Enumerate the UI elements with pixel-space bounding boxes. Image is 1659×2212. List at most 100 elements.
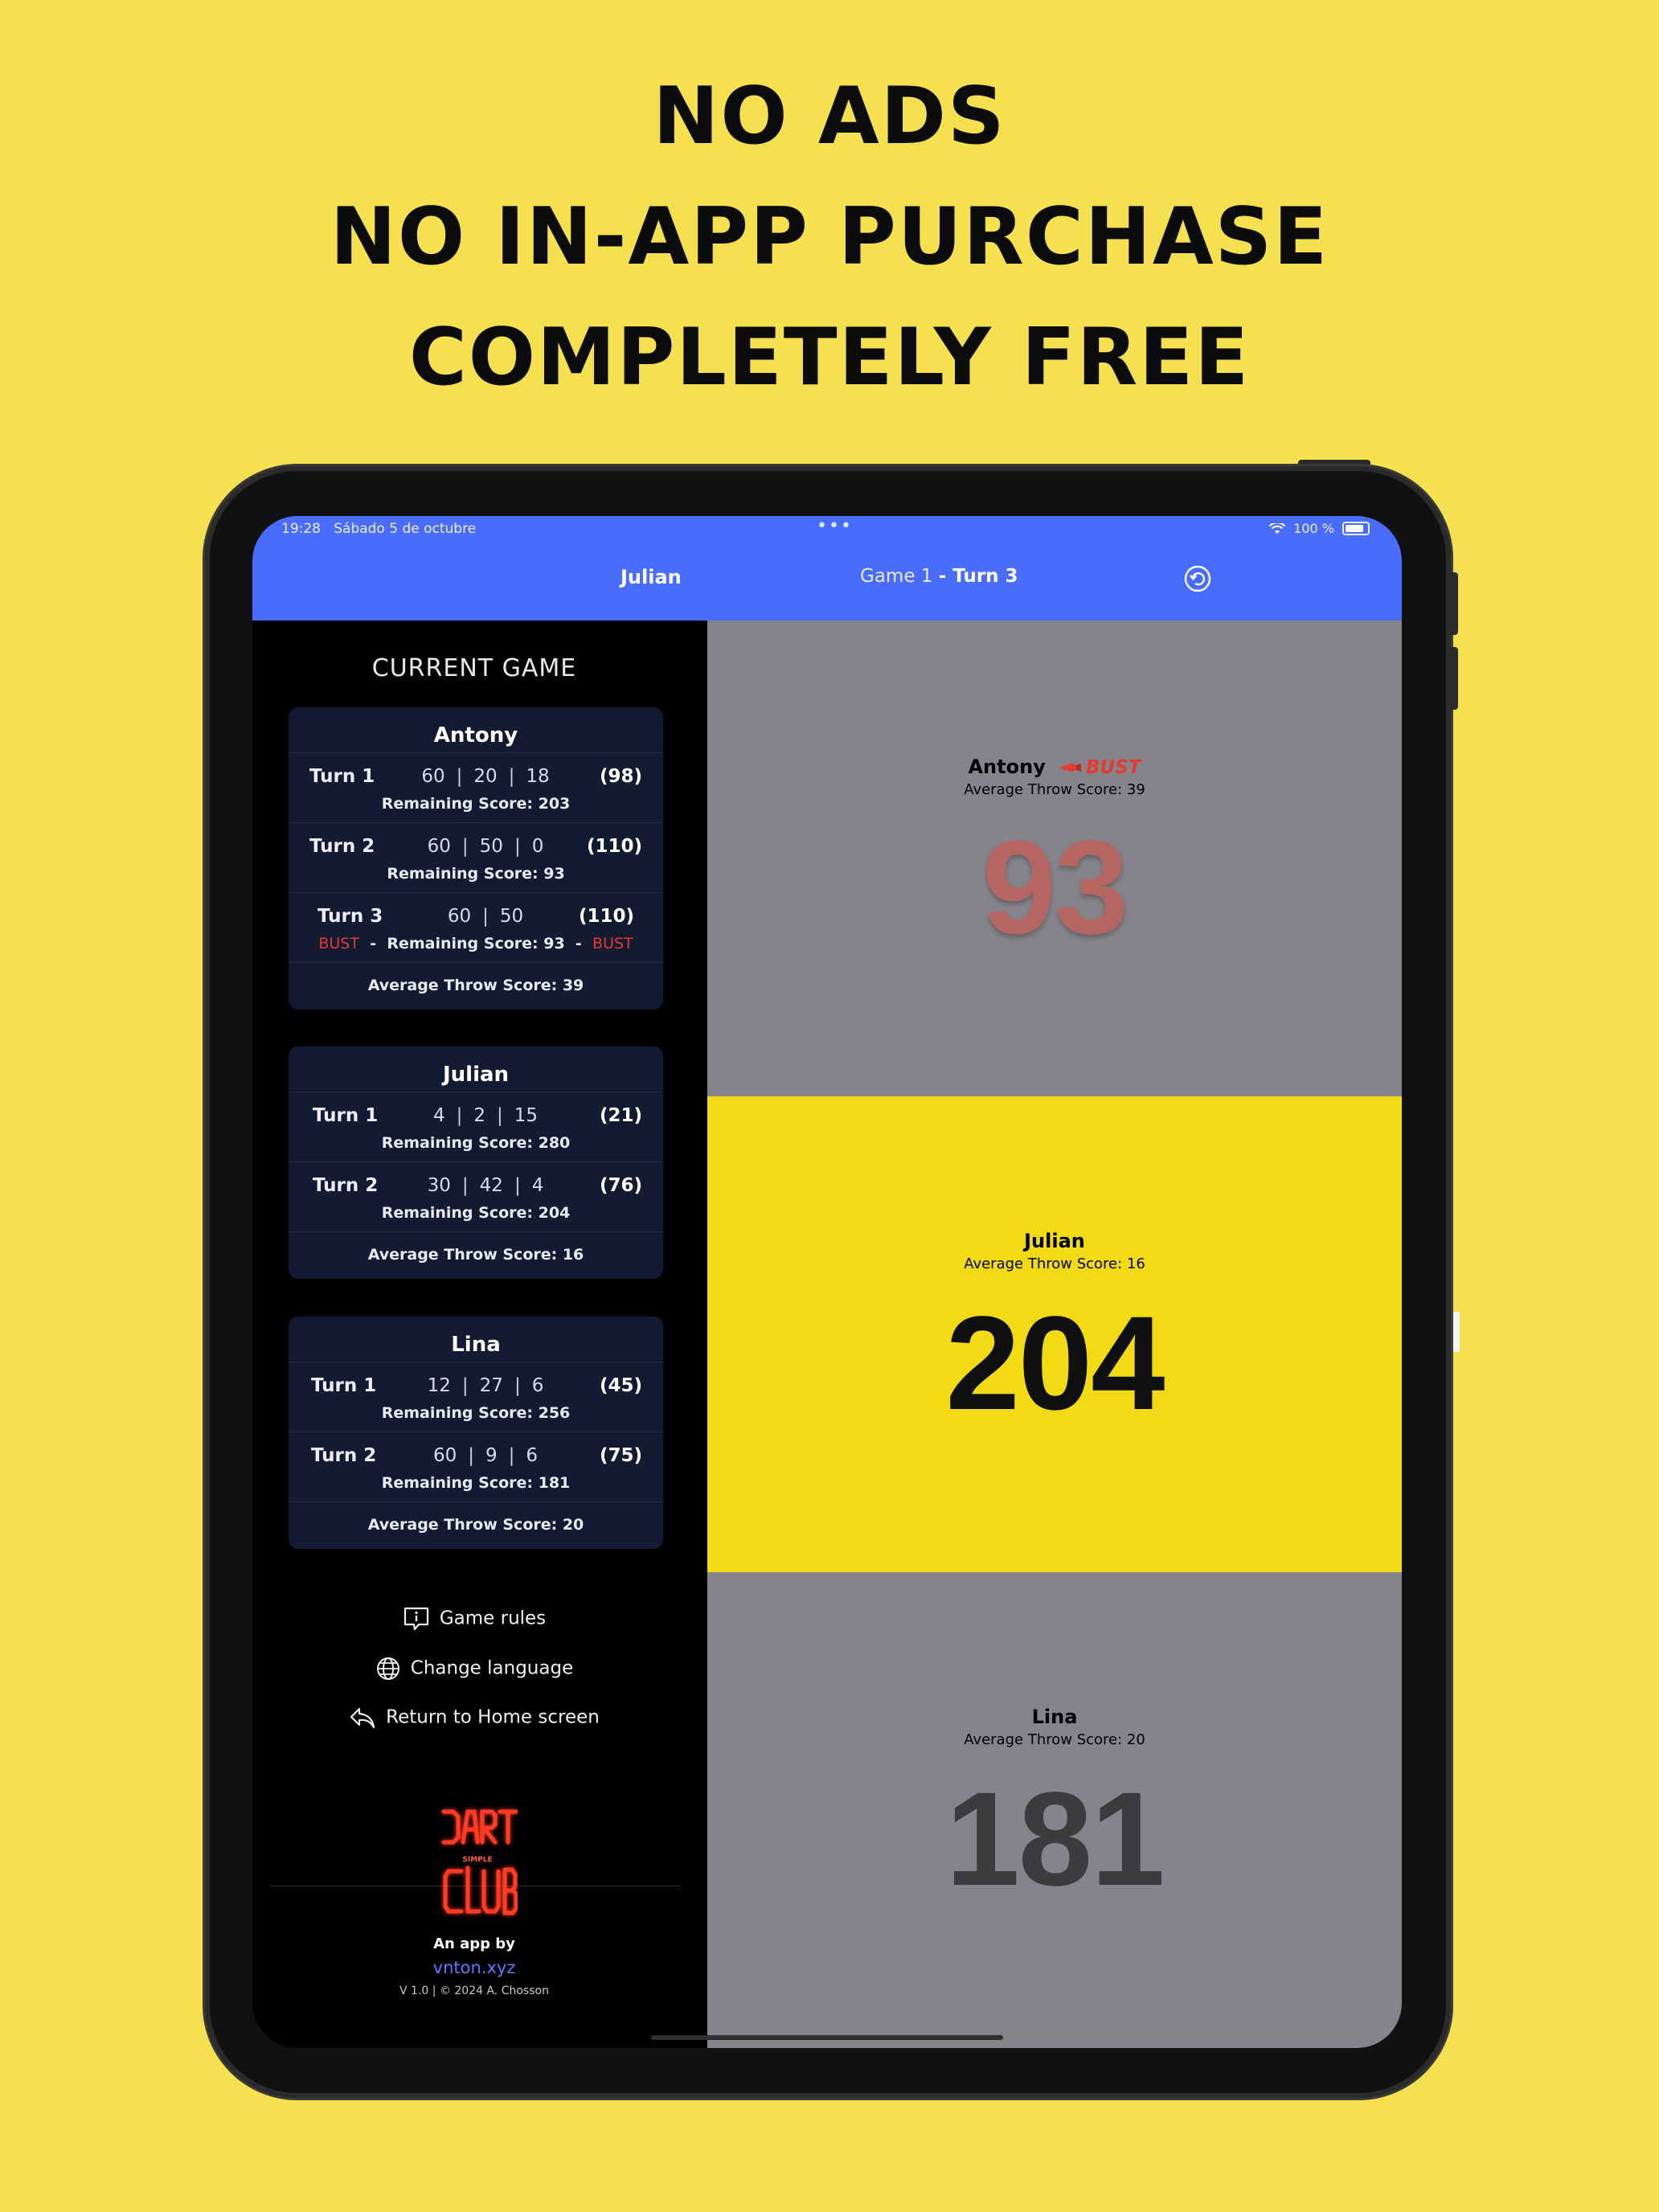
change-language-label: Change language <box>410 1657 574 1679</box>
throw-score: 30 <box>427 1175 451 1196</box>
device-side-marker <box>1453 1312 1460 1352</box>
status-date: Sábado 5 de octubre <box>334 521 477 537</box>
player-name: Lina <box>1031 1706 1078 1728</box>
player-score-antony[interactable]: Antony BUST Average Throw Score: 39 93 <box>707 621 1402 1096</box>
status-time: 19:28 <box>281 521 321 537</box>
remaining-score-bust: BUST - Remaining Score: 93 - BUST <box>318 935 633 952</box>
device-volume-down <box>1448 647 1458 710</box>
player-remaining-score: 204 <box>945 1289 1165 1438</box>
dart-club-logo: SIMPLE <box>441 1809 518 1915</box>
turn-number: Turn 1 <box>309 766 375 787</box>
section-title: CURRENT GAME <box>371 654 577 682</box>
remaining-score: Remaining Score: 256 <box>381 1404 571 1422</box>
reply-arrow-icon <box>350 1707 375 1729</box>
return-home-button[interactable]: Return to Home screen <box>252 1706 696 1730</box>
turn-number: Turn 2 <box>309 836 375 857</box>
dart-icon <box>1059 764 1081 772</box>
developer-link[interactable]: vnton.xyz <box>252 1958 696 1977</box>
turn-number: Turn 2 <box>313 1175 379 1196</box>
return-home-label: Return to Home screen <box>386 1706 600 1728</box>
game-rules-button[interactable]: Game rules <box>252 1606 696 1632</box>
scoreboard-panel: Antony BUST Average Throw Score: 39 93 J… <box>707 621 1402 2048</box>
turn-row: Turn 2 30 | 42 | 4 (76) Remaining Score: 204 <box>289 1161 663 1231</box>
turn-row: Turn 2 60 | 50 | 0 (110) Remaining Score: 93 <box>289 822 663 892</box>
app-screen: 19:28 Sábado 5 de octubre ••• 100 % Juli… <box>252 516 1402 2048</box>
remaining-score: Remaining Score: 203 <box>381 795 571 813</box>
average-throw-score: Average Throw Score: 16 <box>289 1231 663 1279</box>
undo-icon[interactable] <box>1183 564 1212 593</box>
bust-badge: BUST <box>1086 757 1141 778</box>
player-average: Average Throw Score: 20 <box>964 1731 1145 1748</box>
player-name: Antony <box>968 756 1046 778</box>
wifi-icon <box>1269 522 1286 534</box>
throw-score: 12 <box>427 1375 451 1396</box>
credit-by: An app by <box>433 1936 515 1952</box>
remaining-score: Remaining Score: 204 <box>381 1204 571 1222</box>
player-card-julian: Julian Turn 1 4 | 2 | 15 (21) Remaining Scor… <box>289 1047 663 1279</box>
throw-score: 27 <box>479 1375 503 1396</box>
info-bubble-icon <box>403 1607 428 1631</box>
player-average: Average Throw Score: 16 <box>964 1256 1145 1272</box>
player-score-lina[interactable]: Lina Average Throw Score: 20 181 <box>707 1572 1402 2048</box>
multitask-dots[interactable]: ••• <box>817 516 853 536</box>
headline-line-1: NO ADS <box>653 71 1006 162</box>
turn-number: Turn 1 <box>313 1105 379 1126</box>
turn-total: (110) <box>578 906 634 927</box>
throw-score: 15 <box>514 1105 539 1126</box>
status-bar-right: 100 % <box>1269 521 1370 536</box>
turn-row: Turn 1 12 | 27 | 6 (45) Remaining Score: 256 <box>289 1362 663 1432</box>
version-text: V 1.0 | © 2024 A. Chosson <box>399 1985 549 1997</box>
turn-label: - Turn 3 <box>938 566 1018 587</box>
game-summary-panel: CURRENT GAME Antony Turn 1 60 | 20 | 18 (98)… <box>252 621 707 2048</box>
throw-score: 20 <box>473 766 498 787</box>
throw-score: 2 <box>473 1105 485 1126</box>
throw-score: 50 <box>499 906 524 927</box>
throw-score: 18 <box>526 766 550 787</box>
game-turn-title: Game 1 - Turn 3 <box>860 566 1018 587</box>
turn-number: Turn 2 <box>311 1445 377 1466</box>
turn-total: (45) <box>599 1375 642 1396</box>
game-label: Game 1 <box>860 566 933 587</box>
throw-score: 50 <box>479 836 503 857</box>
device-volume-up <box>1448 572 1458 635</box>
throw-score: 6 <box>531 1375 544 1396</box>
throw-score: 6 <box>526 1445 539 1466</box>
throw-score: 60 <box>432 1445 457 1466</box>
player-name: Antony <box>433 723 518 748</box>
player-remaining-score: 181 <box>945 1765 1165 1914</box>
player-name: Julian <box>442 1063 510 1087</box>
turn-throws: 60 | 50 <box>447 906 524 927</box>
bust-label: BUST <box>592 935 633 952</box>
throw-score: 60 <box>427 836 451 857</box>
turn-throws: 4 | 2 | 15 <box>432 1105 539 1126</box>
headline-line-2: NO IN-APP PURCHASE <box>330 191 1329 283</box>
remaining-score: Remaining Score: 93 <box>387 865 565 883</box>
battery-icon <box>1342 522 1370 535</box>
turn-row: Turn 2 60 | 9 | 6 (75) Remaining Score: 181 <box>289 1432 663 1501</box>
turn-throws: 60 | 9 | 6 <box>432 1445 539 1466</box>
average-throw-score: Average Throw Score: 20 <box>289 1501 663 1549</box>
turn-throws: 30 | 42 | 4 <box>427 1175 544 1196</box>
remaining-score: Remaining Score: 280 <box>381 1134 571 1152</box>
home-indicator[interactable] <box>651 2035 1003 2040</box>
promo-headline: NO ADS NO IN-APP PURCHASE COMPLETELY FRE… <box>0 56 1659 418</box>
player-card-lina: Lina Turn 1 12 | 27 | 6 (45) Remaining Score… <box>289 1317 663 1549</box>
player-average: Average Throw Score: 39 <box>964 781 1145 798</box>
globe-icon <box>376 1657 399 1680</box>
throw-score: 4 <box>531 1175 544 1196</box>
headline-line-3: COMPLETELY FREE <box>408 312 1251 403</box>
svg-text:SIMPLE: SIMPLE <box>462 1856 492 1864</box>
player-remaining-score: 93 <box>981 813 1129 962</box>
turn-number: Turn 3 <box>317 906 383 927</box>
remaining-score: Remaining Score: 181 <box>381 1474 571 1492</box>
change-language-button[interactable]: Change language <box>252 1656 696 1682</box>
turn-total: (21) <box>599 1105 642 1126</box>
turn-row: Turn 1 4 | 2 | 15 (21) Remaining Score: 280 <box>289 1092 663 1161</box>
turn-throws: 12 | 27 | 6 <box>427 1375 544 1396</box>
turn-total: (76) <box>599 1175 642 1196</box>
turn-throws: 60 | 20 | 18 <box>421 766 550 787</box>
player-name: Lina <box>451 1333 501 1357</box>
turn-total: (75) <box>599 1445 642 1466</box>
player-score-julian[interactable]: Julian Average Throw Score: 16 204 <box>707 1096 1402 1572</box>
turn-throws: 60 | 50 | 0 <box>427 836 544 857</box>
